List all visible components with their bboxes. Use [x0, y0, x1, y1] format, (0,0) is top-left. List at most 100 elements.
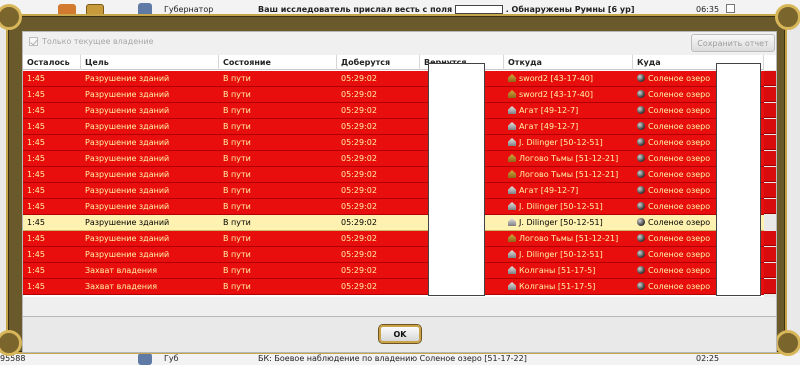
cell-to-label: Соленое озеро: [648, 138, 711, 147]
cell-from[interactable]: Агат [49-12-7]: [504, 183, 578, 199]
cell-from-label: Логово Тьмы [51-12-21]: [519, 234, 619, 243]
only-current-toggle[interactable]: Только текущее владение: [29, 37, 153, 46]
cell-to[interactable]: Соленое озеро: [633, 87, 710, 103]
table-row[interactable]: 1:45 Разрушение зданий В пути 05:29:02 Логов…: [23, 151, 764, 167]
cell-goal: Разрушение зданий: [85, 74, 170, 83]
cell-to[interactable]: Соленое озеро: [633, 151, 710, 167]
cell-from-label: Агат [49-12-7]: [519, 106, 579, 115]
column-header-state[interactable]: Состояние: [219, 55, 337, 70]
cell-to[interactable]: Соленое озеро: [633, 199, 710, 215]
cell-from[interactable]: J. Dilinger [50-12-51]: [504, 215, 603, 231]
cell-goal: Разрушение зданий: [85, 122, 170, 131]
cell-to[interactable]: Соленое озеро: [633, 167, 710, 183]
cell-to[interactable]: Соленое озеро: [633, 183, 710, 199]
table-row[interactable]: 1:45 Разрушение зданий В пути 05:29:02 J. Di…: [23, 135, 764, 151]
table-row[interactable]: 1:45 Разрушение зданий В пути 05:29:02 sword…: [23, 87, 764, 103]
cell-from-label: J. Dilinger [50-12-51]: [519, 138, 603, 147]
cell-return: [420, 71, 424, 87]
cell-time-left: 1:45: [27, 282, 45, 291]
cell-to[interactable]: Соленое озеро: [633, 215, 710, 231]
castle-icon: [508, 106, 516, 114]
cell-from[interactable]: Агат [49-12-7]: [504, 103, 578, 119]
cell-arrive: 05:29:02: [341, 250, 377, 259]
lake-icon: [637, 138, 645, 146]
castle-icon: [508, 122, 516, 130]
checkbox-icon[interactable]: [29, 37, 38, 46]
column-header-arrive[interactable]: Доберутся: [337, 55, 420, 70]
cell-to-label: Соленое озеро: [648, 122, 711, 131]
ok-button[interactable]: OK: [379, 325, 421, 343]
cell-to[interactable]: Соленое озеро: [633, 71, 710, 87]
table-row[interactable]: 1:45 Захват владения В пути 05:29:02 Колганы…: [23, 279, 764, 295]
cell-goal: Разрушение зданий: [85, 202, 170, 211]
lake-icon: [637, 154, 645, 162]
cell-from[interactable]: J. Dilinger [50-12-51]: [504, 199, 603, 215]
cell-to-label: Соленое озеро: [648, 202, 711, 211]
cell-state: В пути: [223, 74, 251, 83]
top-select-checkbox[interactable]: [726, 4, 735, 13]
cell-arrive: 05:29:02: [341, 106, 377, 115]
cell-from[interactable]: Логово Тьмы [51-12-21]: [504, 151, 618, 167]
lake-icon: [637, 170, 645, 178]
lake-icon: [637, 106, 645, 114]
cell-from[interactable]: Логово Тьмы [51-12-21]: [504, 231, 618, 247]
cell-goal: Разрушение зданий: [85, 170, 170, 179]
cell-arrive: 05:29:02: [341, 266, 377, 275]
castle-icon: [508, 74, 516, 82]
table-row[interactable]: 1:45 Разрушение зданий В пути 05:29:02 Агат …: [23, 183, 764, 199]
cell-arrive: 05:29:02: [341, 170, 377, 179]
castle-icon: [508, 138, 516, 146]
cell-return: [420, 183, 424, 199]
column-header-left[interactable]: Осталось: [23, 55, 81, 70]
castle-icon: [508, 154, 516, 162]
table-scrollbar[interactable]: [764, 70, 776, 297]
cell-from[interactable]: J. Dilinger [50-12-51]: [504, 135, 603, 151]
table-row[interactable]: 1:45 Разрушение зданий В пути 05:29:02 Логов…: [23, 167, 764, 183]
cell-from[interactable]: sword2 [43-17-40]: [504, 87, 593, 103]
cell-to[interactable]: Соленое озеро: [633, 263, 710, 279]
bottom-subject[interactable]: БК: Боевое наблюдение по владению Солено…: [258, 354, 527, 363]
row-scroll-marker: [764, 183, 776, 198]
table-row[interactable]: 1:45 Захват владения В пути 05:29:02 Колганы…: [23, 263, 764, 279]
cell-to[interactable]: Соленое озеро: [633, 231, 710, 247]
cell-from[interactable]: Логово Тьмы [51-12-21]: [504, 167, 618, 183]
cell-return: [420, 135, 424, 151]
table-header: Осталось Цель Состояние Доберутся Вернут…: [23, 55, 764, 70]
cell-from[interactable]: Колганы [51-17-5]: [504, 263, 595, 279]
cell-arrive: 05:29:02: [341, 138, 377, 147]
table-row[interactable]: 1:45 Разрушение зданий В пути 05:29:02 J. Di…: [23, 215, 764, 231]
dialog-content: Только текущее владение Сохранить отчет …: [22, 31, 777, 317]
cell-time-left: 1:45: [27, 74, 45, 83]
column-header-goal[interactable]: Цель: [81, 55, 219, 70]
cell-to[interactable]: Соленое озеро: [633, 135, 710, 151]
cell-time-left: 1:45: [27, 234, 45, 243]
cell-to[interactable]: Соленое озеро: [633, 119, 710, 135]
cell-time-left: 1:45: [27, 218, 45, 227]
cell-goal: Разрушение зданий: [85, 234, 170, 243]
cell-state: В пути: [223, 154, 251, 163]
cell-from-label: Логово Тьмы [51-12-21]: [519, 154, 619, 163]
cell-to[interactable]: Соленое озеро: [633, 279, 710, 295]
table-row[interactable]: 1:45 Разрушение зданий В пути 05:29:02 Агат …: [23, 103, 764, 119]
save-report-button[interactable]: Сохранить отчет: [691, 34, 775, 52]
cell-from[interactable]: sword2 [43-17-40]: [504, 71, 593, 87]
cell-return: [420, 151, 424, 167]
dialog-footer: OK: [22, 317, 777, 353]
table-row[interactable]: 1:45 Разрушение зданий В пути 05:29:02 J. Di…: [23, 199, 764, 215]
cell-from[interactable]: Агат [49-12-7]: [504, 119, 578, 135]
sender-avatar-icon: [138, 353, 152, 365]
cell-time-left: 1:45: [27, 154, 45, 163]
cell-time-left: 1:45: [27, 170, 45, 179]
table-row[interactable]: 1:45 Разрушение зданий В пути 05:29:02 Логов…: [23, 231, 764, 247]
cell-from[interactable]: Колганы [51-17-5]: [504, 279, 595, 295]
cell-from-label: J. Dilinger [50-12-51]: [519, 218, 603, 227]
cell-to[interactable]: Соленое озеро: [633, 247, 710, 263]
table-row[interactable]: 1:45 Разрушение зданий В пути 05:29:02 Агат …: [23, 119, 764, 135]
table-row[interactable]: 1:45 Разрушение зданий В пути 05:29:02 J. Di…: [23, 247, 764, 263]
cell-to[interactable]: Соленое озеро: [633, 103, 710, 119]
top-subject[interactable]: Ваш исследователь прислал весть с поля .…: [258, 5, 634, 14]
cell-from[interactable]: J. Dilinger [50-12-51]: [504, 247, 603, 263]
column-header-from[interactable]: Откуда: [504, 55, 633, 70]
table-row[interactable]: 1:45 Разрушение зданий В пути 05:29:02 sword…: [23, 71, 764, 87]
lake-icon: [637, 122, 645, 130]
